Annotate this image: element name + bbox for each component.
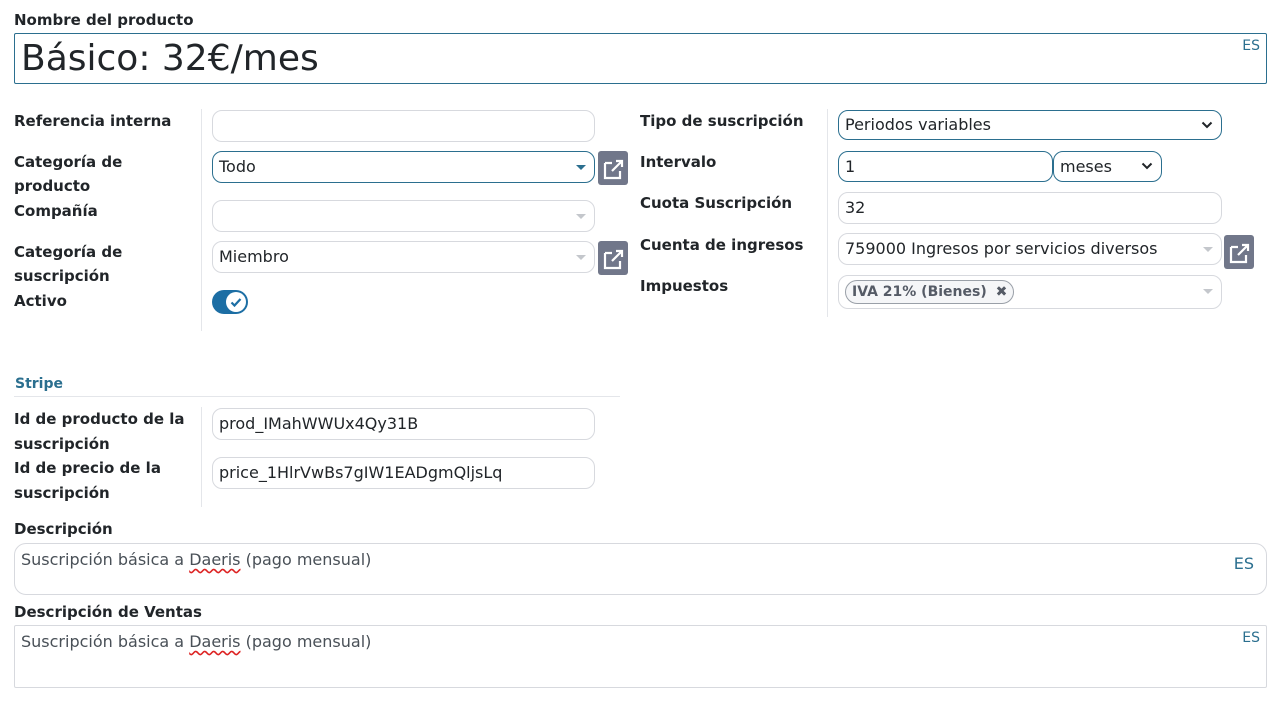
income-account-select[interactable]: 759000 Ingresos por servicios diversos <box>838 233 1222 265</box>
stripe-price-id-label-line1: Id de precio de la <box>14 459 161 477</box>
stripe-section-title: Stripe <box>15 376 63 392</box>
interval-input[interactable]: 1 <box>838 151 1053 182</box>
product-name-lang-button[interactable]: ES <box>1242 38 1260 54</box>
left-column-divider <box>201 109 202 331</box>
description-textarea[interactable]: Suscripción básica a Daeris (pago mensua… <box>14 543 1267 595</box>
sales-description-text-end: (pago mensual) <box>240 632 372 651</box>
stripe-column-divider <box>201 407 202 507</box>
fee-input[interactable]: 32 <box>838 192 1222 224</box>
caret-down-icon <box>576 165 586 170</box>
stripe-product-id-label-line1: Id de producto de la <box>14 410 185 428</box>
subscription-category-label-line1: Categoría de <box>14 243 123 261</box>
taxes-label: Impuestos <box>640 277 729 295</box>
product-category-external-link-button[interactable] <box>598 151 628 185</box>
caret-down-icon <box>1203 289 1213 294</box>
description-lang-button[interactable]: ES <box>1234 556 1254 572</box>
subscription-category-label-line2: suscripción <box>14 267 110 285</box>
active-label: Activo <box>14 292 67 310</box>
subscription-type-value: Periodos variables <box>845 115 991 134</box>
subscription-category-select[interactable]: Miembro <box>212 241 595 273</box>
sales-description-text-start: Suscripción básica a <box>21 632 190 651</box>
internal-ref-label: Referencia interna <box>14 112 172 130</box>
external-link-icon <box>1224 243 1254 273</box>
stripe-product-id-label-line2: suscripción <box>14 435 110 453</box>
sales-description-textarea[interactable]: Suscripción básica a Daeris (pago mensua… <box>14 625 1267 688</box>
check-icon <box>226 297 246 316</box>
subscription-category-value: Miembro <box>219 247 289 266</box>
product-category-label-line1: Categoría de <box>14 153 123 171</box>
interval-label: Intervalo <box>640 153 717 171</box>
income-account-external-link-button[interactable] <box>1224 235 1254 269</box>
right-column-divider <box>827 109 828 317</box>
internal-ref-input[interactable] <box>212 110 595 142</box>
caret-down-icon <box>576 255 586 260</box>
stripe-price-id-input[interactable]: price_1HlrVwBs7gIW1EADgmQljsLq <box>212 457 595 489</box>
external-link-icon <box>598 159 628 189</box>
product-name-value: Básico: 32€/mes <box>21 38 319 79</box>
toggle-knob <box>226 292 246 312</box>
description-text-misspelled: Daeris <box>189 550 241 569</box>
tax-tag: IVA 21% (Bienes) ✖ <box>845 280 1015 304</box>
income-account-label: Cuenta de ingresos <box>640 236 804 254</box>
interval-unit-select[interactable]: meses <box>1053 151 1162 182</box>
sales-description-lang-button[interactable]: ES <box>1242 630 1260 646</box>
product-category-label-line2: producto <box>14 177 91 195</box>
tax-tag-label: IVA 21% (Bienes) <box>852 284 987 300</box>
company-label: Compañía <box>14 202 98 220</box>
description-text-start: Suscripción básica a <box>21 550 190 569</box>
chevron-down-icon <box>1201 119 1213 133</box>
product-name-label: Nombre del producto <box>14 11 194 29</box>
product-category-select[interactable]: Todo <box>212 151 595 183</box>
subscription-category-external-link-button[interactable] <box>598 241 628 275</box>
active-toggle[interactable] <box>212 290 248 314</box>
company-select[interactable] <box>212 200 595 232</box>
subscription-type-label: Tipo de suscripción <box>640 112 804 130</box>
caret-down-icon <box>576 214 586 219</box>
sales-description-text-misspelled: Daeris <box>189 632 241 651</box>
product-category-value: Todo <box>219 157 256 176</box>
fee-label: Cuota Suscripción <box>640 194 793 212</box>
caret-down-icon <box>1203 247 1213 252</box>
stripe-section-divider <box>14 396 620 397</box>
stripe-price-id-label-line2: suscripción <box>14 484 110 502</box>
sales-description-label: Descripción de Ventas <box>14 603 202 621</box>
close-icon[interactable]: ✖ <box>996 284 1008 300</box>
description-label: Descripción <box>14 520 113 538</box>
subscription-type-select[interactable]: Periodos variables <box>838 110 1222 140</box>
interval-unit-value: meses <box>1060 157 1112 176</box>
stripe-product-id-input[interactable]: prod_IMahWWUx4Qy31B <box>212 408 595 440</box>
external-link-icon <box>598 249 628 279</box>
description-text-end: (pago mensual) <box>240 550 372 569</box>
product-name-input[interactable]: Básico: 32€/mes ES <box>14 33 1267 84</box>
chevron-down-icon <box>1141 160 1153 174</box>
income-account-value: 759000 Ingresos por servicios diversos <box>845 239 1158 258</box>
